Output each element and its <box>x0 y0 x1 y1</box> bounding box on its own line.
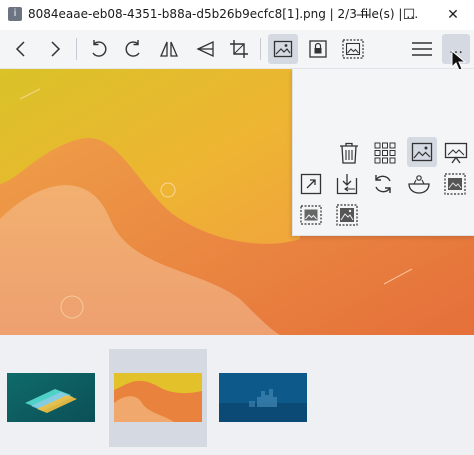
fit-window-button[interactable] <box>297 170 325 198</box>
trash-icon <box>340 142 358 164</box>
previous-button[interactable] <box>6 34 36 64</box>
thumbnail-slot-selected[interactable] <box>109 349 207 447</box>
bowl-icon <box>408 175 430 194</box>
slideshow-button[interactable] <box>442 139 470 167</box>
wallpaper-button[interactable] <box>333 201 361 229</box>
hamburger-icon <box>412 42 432 56</box>
more-options-popup <box>292 69 474 236</box>
toolbar: … <box>0 30 474 71</box>
image-frame-icon <box>444 173 466 195</box>
lock-button[interactable] <box>303 34 333 64</box>
rotate-ccw-icon <box>92 40 107 57</box>
delete-button[interactable] <box>335 139 363 167</box>
flip-horizontal-button[interactable] <box>154 34 184 64</box>
image-icon <box>273 40 293 58</box>
lock-icon <box>309 40 327 58</box>
gallery-grid-button[interactable] <box>371 139 399 167</box>
grid-icon <box>374 142 396 164</box>
image-frame-button[interactable] <box>338 34 368 64</box>
image-dashed-icon <box>300 205 322 225</box>
thumbnail-orange-waves[interactable] <box>114 373 202 422</box>
title-bar: i 8084eaae-eb08-4351-b88a-d5b26b9ecfc8[1… <box>0 0 474 30</box>
refresh-button[interactable] <box>369 170 397 198</box>
import-icon <box>336 174 358 195</box>
chevron-left-icon <box>15 41 25 57</box>
refresh-icon <box>375 175 391 193</box>
thumbnail-slot[interactable] <box>2 349 100 447</box>
thumbnail-button[interactable] <box>297 201 325 229</box>
menu-button[interactable] <box>407 34 437 64</box>
rotate-cw-icon <box>125 40 140 57</box>
frame-button[interactable] <box>441 170 469 198</box>
image-wide-icon <box>336 204 358 226</box>
maximize-button[interactable]: ☐ <box>386 0 432 30</box>
thumbnail-strip <box>0 335 474 455</box>
expand-icon <box>300 173 322 195</box>
thumbnail-blue-city[interactable] <box>219 373 307 422</box>
flip-horizontal-icon <box>160 41 178 57</box>
flip-vertical-icon <box>196 40 214 58</box>
close-button[interactable]: ✕ <box>430 0 474 30</box>
flip-vertical-button[interactable] <box>190 34 220 64</box>
thumbnail-slot[interactable] <box>214 349 312 447</box>
crop-button[interactable] <box>224 34 254 64</box>
chevron-right-icon <box>51 41 61 57</box>
image-button[interactable] <box>268 34 298 64</box>
open-location-button[interactable] <box>333 170 361 198</box>
rotate-right-button[interactable] <box>118 34 148 64</box>
minimize-button[interactable]: — <box>340 0 386 30</box>
image-view-button[interactable] <box>407 137 437 167</box>
crop-icon <box>230 40 248 58</box>
checkerboard-button[interactable] <box>405 170 433 198</box>
thumbnail-cards[interactable] <box>7 373 95 422</box>
next-button[interactable] <box>40 34 70 64</box>
image-dashed-icon <box>342 39 364 59</box>
toolbar-separator <box>260 38 261 60</box>
rotate-left-button[interactable] <box>84 34 114 64</box>
toolbar-separator <box>76 38 77 60</box>
presentation-icon <box>444 142 468 164</box>
app-icon: i <box>8 7 22 21</box>
image-icon <box>411 142 433 162</box>
